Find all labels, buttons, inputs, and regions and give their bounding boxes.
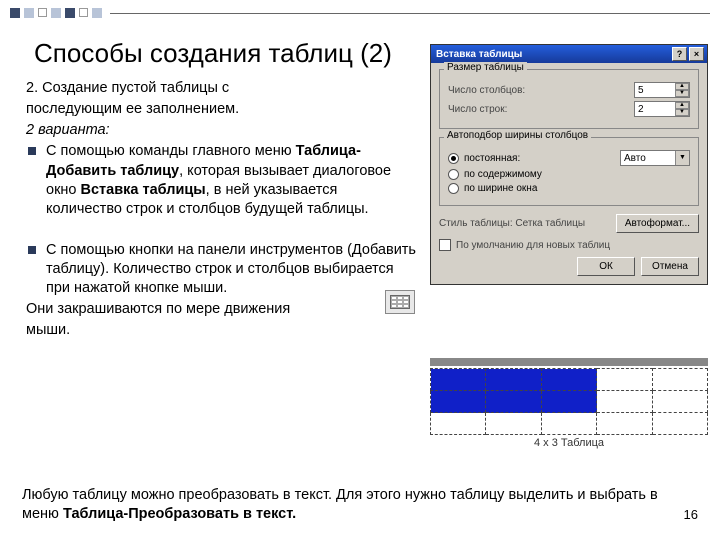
cols-spinner[interactable]: 5▲▼ xyxy=(634,82,690,98)
dialog-titlebar: Вставка таблицы ? × xyxy=(431,45,707,63)
page-number: 16 xyxy=(684,507,698,522)
radio-content[interactable] xyxy=(448,169,459,180)
ok-button[interactable]: ОК xyxy=(577,257,635,276)
body-block-1: 2. Создание пустой таблицы с последующим… xyxy=(26,79,416,221)
decorative-squares xyxy=(10,8,102,18)
autoformat-button[interactable]: Автоформат... xyxy=(616,214,699,233)
cancel-button[interactable]: Отмена xyxy=(641,257,699,276)
remember-checkbox[interactable] xyxy=(439,239,451,251)
body-block-2: С помощью кнопки на панели инструментов … xyxy=(26,241,416,341)
radio-fixed[interactable] xyxy=(448,153,459,164)
dialog-title: Вставка таблицы xyxy=(436,49,670,60)
group-autofit-label: Автоподбор ширины столбцов xyxy=(444,130,591,141)
cols-label: Число столбцов: xyxy=(448,85,634,96)
radio-content-label: по содержимому xyxy=(464,169,542,180)
bullet-icon xyxy=(28,147,36,155)
close-button[interactable]: × xyxy=(689,47,704,61)
rows-label: Число строк: xyxy=(448,104,634,115)
style-label: Стиль таблицы: Сетка таблицы xyxy=(439,218,612,229)
group-autofit: Автоподбор ширины столбцов постоянная: А… xyxy=(439,137,699,206)
radio-window[interactable] xyxy=(448,183,459,194)
footer-text: Любую таблицу можно преобразовать в текс… xyxy=(22,486,692,524)
group-size: Размер таблицы Число столбцов: 5▲▼ Число… xyxy=(439,69,699,129)
insert-table-toolbar-icon[interactable] xyxy=(385,290,415,314)
insert-table-dialog: Вставка таблицы ? × Размер таблицы Число… xyxy=(430,44,708,285)
remember-label: По умолчанию для новых таблиц xyxy=(456,240,610,251)
radio-fixed-label: постоянная: xyxy=(464,153,620,164)
picker-size-label: 4 x 3 Таблица xyxy=(430,437,708,449)
group-size-label: Размер таблицы xyxy=(444,62,527,73)
bullet-icon xyxy=(28,246,36,254)
table-size-picker[interactable]: 4 x 3 Таблица xyxy=(430,358,708,449)
rows-spinner[interactable]: 2▲▼ xyxy=(634,101,690,117)
width-combo[interactable]: Авто▼ xyxy=(620,150,690,166)
decorative-line xyxy=(110,13,710,14)
radio-window-label: по ширине окна xyxy=(464,183,537,194)
help-button[interactable]: ? xyxy=(672,47,687,61)
